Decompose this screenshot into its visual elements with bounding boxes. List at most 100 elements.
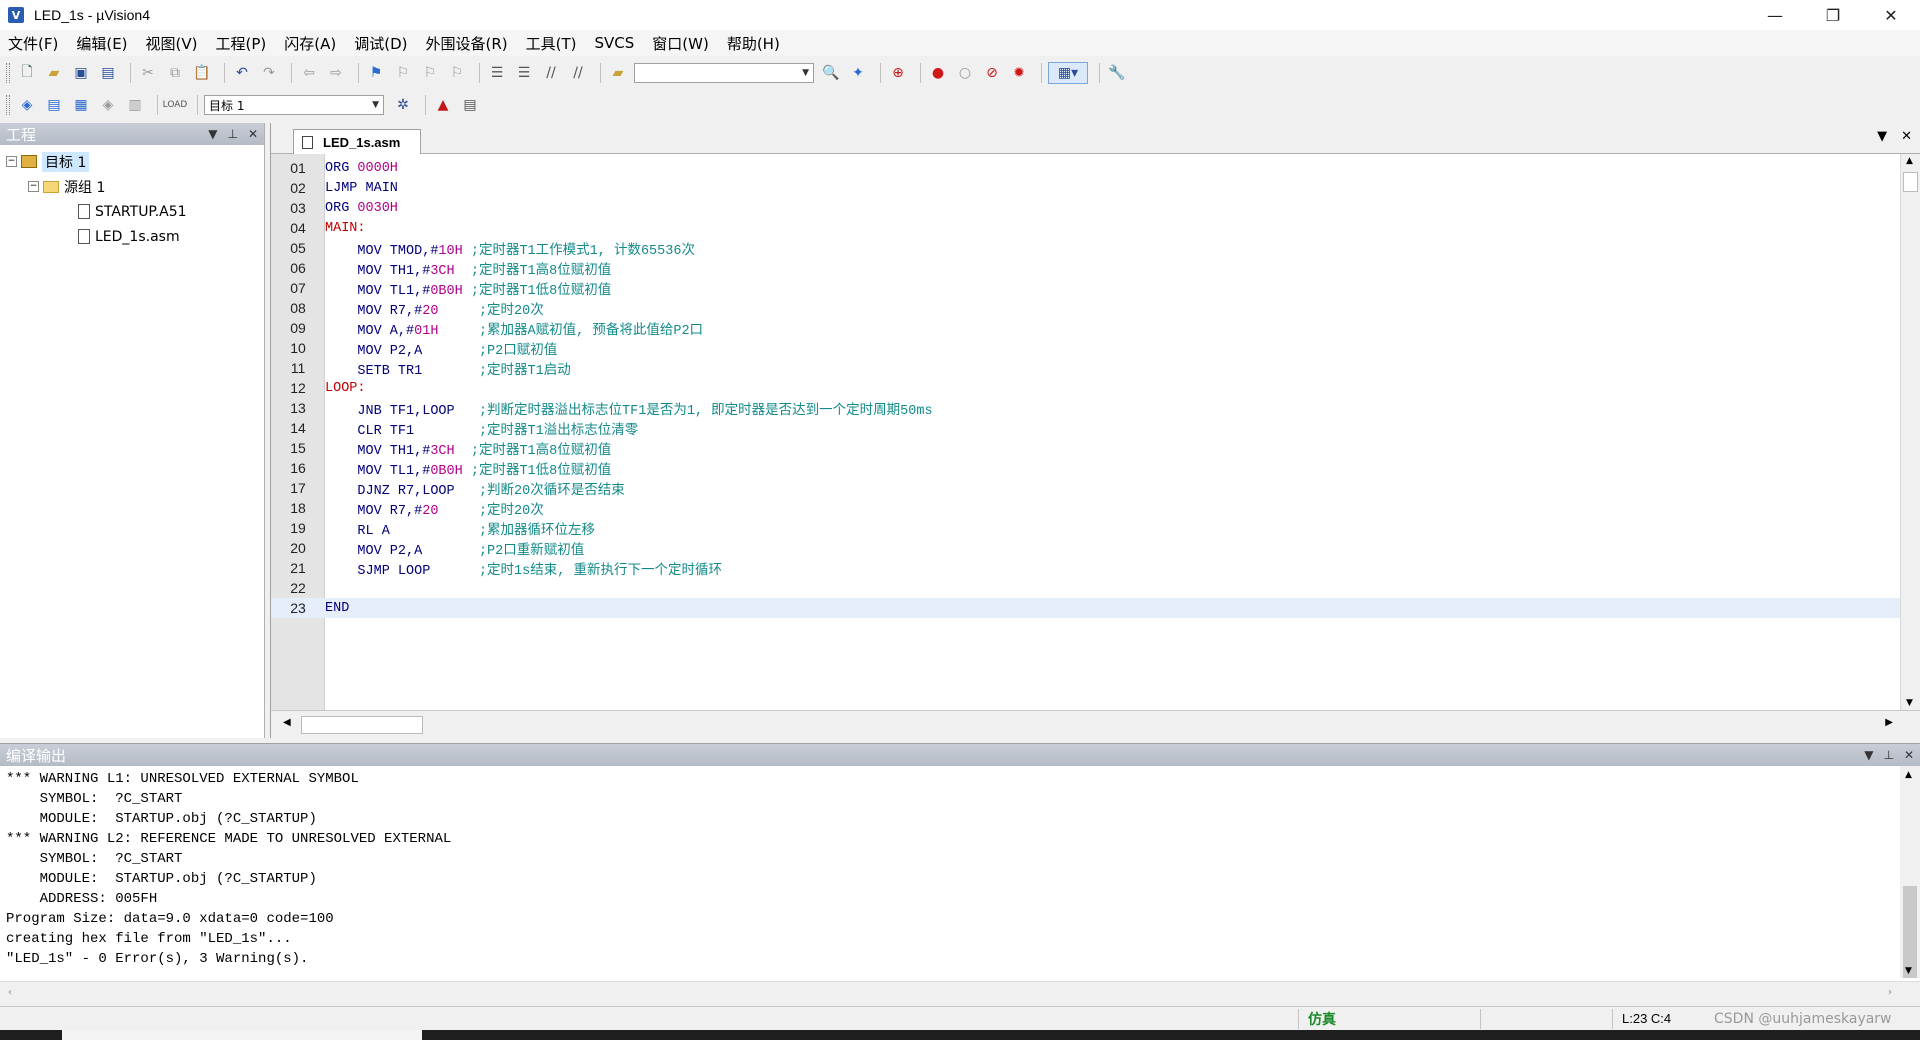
build-output-text[interactable]: *** WARNING L1: UNRESOLVED EXTERNAL SYMB… [0,766,1920,969]
indent-icon[interactable]: ☰ [486,62,508,84]
scroll-up-icon[interactable]: ▲ [1906,156,1913,166]
pin-icon[interactable]: ⊥ [1883,748,1893,762]
rebuild-icon[interactable]: ▦ [70,94,92,116]
code-line[interactable]: 03 ORG 0030H [271,198,1901,218]
unindent-icon[interactable]: ☰ [513,62,535,84]
download-icon[interactable]: LOAD [163,94,188,116]
menu-tools[interactable]: 工具(T) [526,33,577,54]
debug-session-icon[interactable]: ⊕ [887,62,909,84]
tree-file[interactable]: LED_1s.asm [6,224,264,249]
next-bookmark-icon[interactable]: ⚐ [419,62,441,84]
code-line[interactable]: 12 LOOP: [271,378,1901,398]
code-line[interactable]: 08 MOV R7,#20 ;定时20次 [271,298,1901,319]
incremental-find-icon[interactable]: ✦ [847,62,869,84]
collapse-icon[interactable]: − [6,156,17,167]
disable-breakpoints-icon[interactable]: ⊘ [981,62,1003,84]
minimize-button[interactable]: — [1746,0,1804,30]
clear-bookmarks-icon[interactable]: ⚐ [446,62,468,84]
build-icon[interactable]: ▤ [43,94,65,116]
menu-debug[interactable]: 调试(D) [354,33,407,54]
code-line[interactable]: 02 LJMP MAIN [271,178,1901,198]
scroll-down-icon[interactable]: ▼ [1906,698,1913,708]
close-icon[interactable]: ✕ [1904,748,1914,762]
code-line[interactable]: 15 MOV TH1,#3CH ;定时器T1高8位赋初值 [271,438,1901,459]
translate-icon[interactable]: ◈ [16,94,38,116]
code-line[interactable]: 16 MOV TL1,#0B0H ;定时器T1低8位赋初值 [271,458,1901,479]
scroll-up-icon[interactable]: ▲ [1905,770,1912,780]
close-icon[interactable]: ✕ [248,127,258,141]
tree-target[interactable]: − 目标 1 [6,149,264,174]
panel-menu-icon[interactable]: ▼ [208,127,217,141]
code-line[interactable]: 18 MOV R7,#20 ;定时20次 [271,498,1901,519]
tab-list-icon[interactable]: ▼ [1877,129,1887,144]
toolbar-grip[interactable] [6,95,10,115]
nav-back-icon[interactable]: ⇦ [298,62,320,84]
nav-forward-icon[interactable]: ⇨ [325,62,347,84]
menu-flash[interactable]: 闪存(A) [284,33,336,54]
menu-svcs[interactable]: SVCS [595,34,635,52]
code-line[interactable]: 17 DJNZ R7,LOOP ;判断20次循环是否结束 [271,478,1901,499]
code-line[interactable]: 23 END [271,598,1901,618]
scroll-left-icon[interactable]: ‹ [8,987,12,998]
save-icon[interactable]: ▣ [70,62,92,84]
manage-components-icon[interactable]: ▲ [432,94,454,116]
scroll-thumb[interactable] [301,716,423,734]
select-packs-icon[interactable]: ▤ [459,94,481,116]
stop-build-icon[interactable]: ▥ [124,94,146,116]
scroll-left-icon[interactable]: ◀ [283,717,291,728]
menu-edit[interactable]: 编辑(E) [76,33,127,54]
code-area[interactable]: 01 ORG 0000H 02 LJMP MAIN 03 ORG 0030H 04 MAIN:… [271,154,1901,710]
close-button[interactable]: ✕ [1862,0,1920,30]
redo-icon[interactable]: ↷ [258,62,280,84]
menu-project[interactable]: 工程(P) [216,33,267,54]
restore-button[interactable]: ❐ [1804,0,1862,30]
code-line[interactable]: 22 [271,578,1901,598]
code-line[interactable]: 13 JNB TF1,LOOP ;判断定时器溢出标志位TF1是否为1, 即定时器… [271,398,1901,419]
code-line[interactable]: 06 MOV TH1,#3CH ;定时器T1高8位赋初值 [271,258,1901,279]
bookmark-icon[interactable]: ⚑ [365,62,387,84]
code-line[interactable]: 04 MAIN: [271,218,1901,238]
scroll-thumb[interactable] [1903,886,1917,978]
menu-window[interactable]: 窗口(W) [652,33,709,54]
undo-icon[interactable]: ↶ [231,62,253,84]
copy-icon[interactable]: ⧉ [164,62,186,84]
save-all-icon[interactable]: ▤ [97,62,119,84]
scroll-right-icon[interactable]: › [1888,987,1892,998]
scroll-right-icon[interactable]: ▶ [1885,717,1893,728]
close-icon[interactable]: ✕ [1901,129,1912,144]
tree-file[interactable]: STARTUP.A51 [6,199,264,224]
panel-menu-icon[interactable]: ▼ [1864,748,1873,762]
code-line[interactable]: 05 MOV TMOD,#10H ;定时器T1工作模式1, 计数65536次 [271,238,1901,259]
cut-icon[interactable]: ✂ [137,62,159,84]
code-line[interactable]: 10 MOV P2,A ;P2口赋初值 [271,338,1901,359]
code-line[interactable]: 19 RL A ;累加器循环位左移 [271,518,1901,539]
scroll-down-icon[interactable]: ▼ [1905,966,1912,976]
uncomment-icon[interactable]: // [567,62,589,84]
editor-vertical-scrollbar[interactable]: ▲ ▼ [1900,154,1920,710]
open-folder-icon[interactable]: ▰ [43,62,65,84]
new-file-icon[interactable]: 🗋 [16,62,38,84]
prev-bookmark-icon[interactable]: ⚐ [392,62,414,84]
menu-file[interactable]: 文件(F) [8,33,58,54]
code-line[interactable]: 20 MOV P2,A ;P2口重新赋初值 [271,538,1901,559]
toolbar-grip[interactable] [6,63,10,83]
window-layout-icon[interactable]: ▦▾ [1048,62,1088,84]
tab-led-1s-asm[interactable]: LED_1s.asm [293,129,421,154]
find-combo[interactable]: ▼ [634,63,814,83]
editor-horizontal-scrollbar[interactable]: ◀ ▶ [271,710,1920,738]
output-horizontal-scrollbar[interactable]: ‹ › [0,981,1920,1005]
code-line[interactable]: 14 CLR TF1 ;定时器T1溢出标志位清零 [271,418,1901,439]
pin-icon[interactable]: ⊥ [227,127,237,141]
menu-peripherals[interactable]: 外围设备(R) [425,33,507,54]
comment-icon[interactable]: // [540,62,562,84]
enable-breakpoint-icon[interactable]: ○ [954,62,976,84]
code-line[interactable]: 07 MOV TL1,#0B0H ;定时器T1低8位赋初值 [271,278,1901,299]
menu-help[interactable]: 帮助(H) [727,33,780,54]
configure-icon[interactable]: 🔧 [1106,62,1128,84]
tree-group[interactable]: − 源组 1 [6,174,264,199]
menu-view[interactable]: 视图(V) [146,33,198,54]
scroll-thumb[interactable] [1903,172,1918,192]
code-line[interactable]: 09 MOV A,#01H ;累加器A赋初值, 预备将此值给P2口 [271,318,1901,339]
code-line[interactable]: 01 ORG 0000H [271,158,1901,178]
code-line[interactable]: 11 SETB TR1 ;定时器T1启动 [271,358,1901,379]
